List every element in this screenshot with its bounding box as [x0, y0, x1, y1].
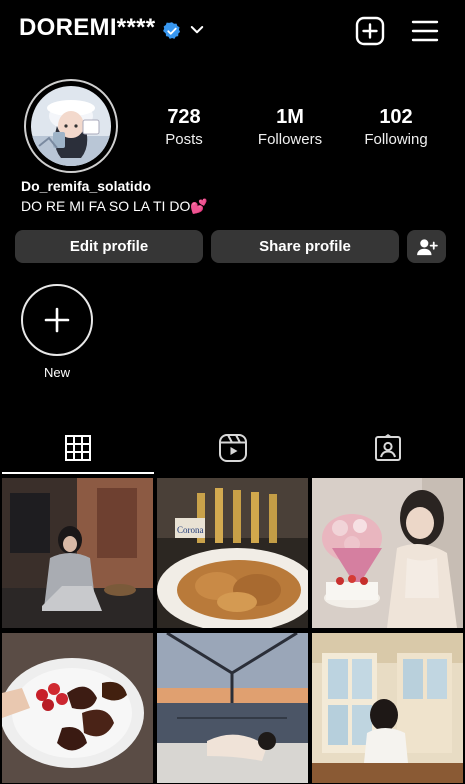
stat-followers-label: Followers	[257, 131, 323, 148]
post-thumbnail[interactable]	[312, 633, 463, 783]
stat-posts-label: Posts	[165, 131, 203, 148]
profile-header: DOREMI****	[0, 0, 465, 62]
hamburger-menu-icon[interactable]	[411, 18, 439, 44]
active-tab-indicator	[2, 472, 154, 474]
post-thumbnail[interactable]	[2, 633, 153, 783]
post-thumbnail[interactable]	[157, 633, 308, 783]
stat-following-label: Following	[364, 131, 428, 148]
discover-people-button[interactable]	[407, 230, 446, 263]
chevron-down-icon[interactable]	[188, 21, 206, 39]
display-name: Do_remifa_solatido	[21, 178, 151, 194]
post-thumbnail[interactable]	[312, 478, 463, 628]
edit-profile-label: Edit profile	[69, 238, 149, 255]
stat-following[interactable]: 102 Following	[341, 105, 451, 151]
stat-posts-value: 728	[167, 106, 201, 128]
stat-followers[interactable]: 1M Followers	[235, 105, 345, 151]
edit-profile-button[interactable]: Edit profile	[15, 230, 203, 263]
reels-icon	[218, 434, 247, 462]
stat-posts[interactable]: 728 Posts	[129, 105, 239, 151]
bio-text: DO RE MI FA SO LA TI DO💕	[21, 198, 208, 214]
svg-text:Corona: Corona	[177, 525, 204, 535]
tab-tagged[interactable]	[310, 424, 465, 472]
stat-followers-value: 1M	[276, 106, 304, 128]
grid-icon	[64, 435, 91, 461]
stat-following-value: 102	[379, 106, 413, 128]
account-username[interactable]: DOREMI****	[19, 14, 155, 42]
new-highlight-button[interactable]	[21, 284, 93, 356]
avatar	[31, 86, 111, 166]
post-thumbnail[interactable]: Corona	[157, 478, 308, 628]
new-highlight-label: New	[43, 365, 70, 380]
share-profile-label: Share profile	[259, 238, 351, 255]
tagged-icon	[374, 434, 401, 461]
plus-icon	[44, 307, 70, 333]
tab-posts-grid[interactable]	[0, 424, 155, 472]
plus-square-icon[interactable]	[355, 16, 385, 46]
add-person-icon	[416, 238, 438, 255]
profile-avatar-ring[interactable]	[24, 79, 118, 173]
tab-reels[interactable]	[155, 424, 310, 472]
post-thumbnail[interactable]	[2, 478, 153, 628]
share-profile-button[interactable]: Share profile	[211, 230, 399, 263]
verified-badge-icon	[163, 22, 181, 39]
